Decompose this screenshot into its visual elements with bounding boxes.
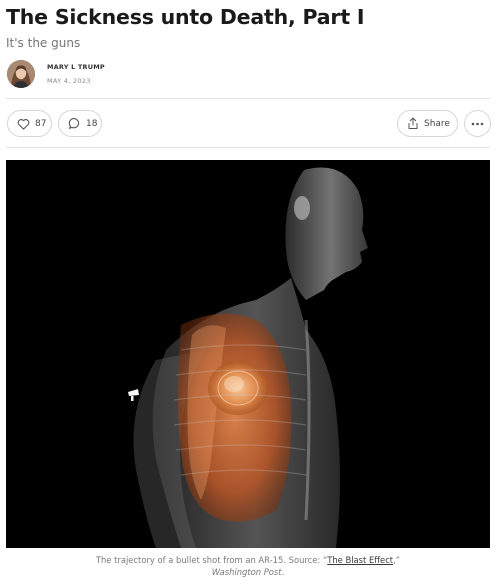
author-name[interactable]: MARY L TRUMP bbox=[47, 63, 105, 71]
caption-publication: Washington Post bbox=[211, 567, 282, 577]
author-avatar[interactable] bbox=[7, 60, 35, 88]
byline: MARY L TRUMP MAY 4, 2023 bbox=[7, 59, 105, 89]
post-subtitle: It's the guns bbox=[6, 36, 81, 50]
hero-image[interactable] bbox=[6, 160, 490, 548]
comment-button[interactable]: 18 bbox=[58, 110, 102, 137]
post-title: The Sickness unto Death, Part I bbox=[6, 5, 365, 29]
more-dots-icon bbox=[471, 122, 484, 126]
like-count: 87 bbox=[35, 118, 47, 129]
speech-bubble-icon bbox=[68, 117, 81, 130]
divider-bottom bbox=[6, 147, 490, 148]
comment-count: 18 bbox=[86, 118, 98, 129]
caption-source-link[interactable]: The Blast Effect bbox=[327, 555, 393, 565]
caption-end: . bbox=[281, 567, 285, 577]
heart-icon bbox=[17, 118, 30, 130]
image-caption: The trajectory of a bullet shot from an … bbox=[6, 554, 490, 578]
like-button[interactable]: 87 bbox=[7, 110, 52, 137]
divider-top bbox=[6, 98, 490, 99]
share-upload-icon bbox=[407, 117, 419, 130]
post-date: MAY 4, 2023 bbox=[47, 77, 91, 85]
caption-text: The trajectory of a bullet shot from an … bbox=[95, 555, 328, 565]
caption-text-suffix: ,” bbox=[393, 555, 401, 565]
share-label: Share bbox=[424, 118, 450, 129]
more-options-button[interactable] bbox=[464, 110, 491, 137]
share-button[interactable]: Share bbox=[397, 110, 458, 137]
